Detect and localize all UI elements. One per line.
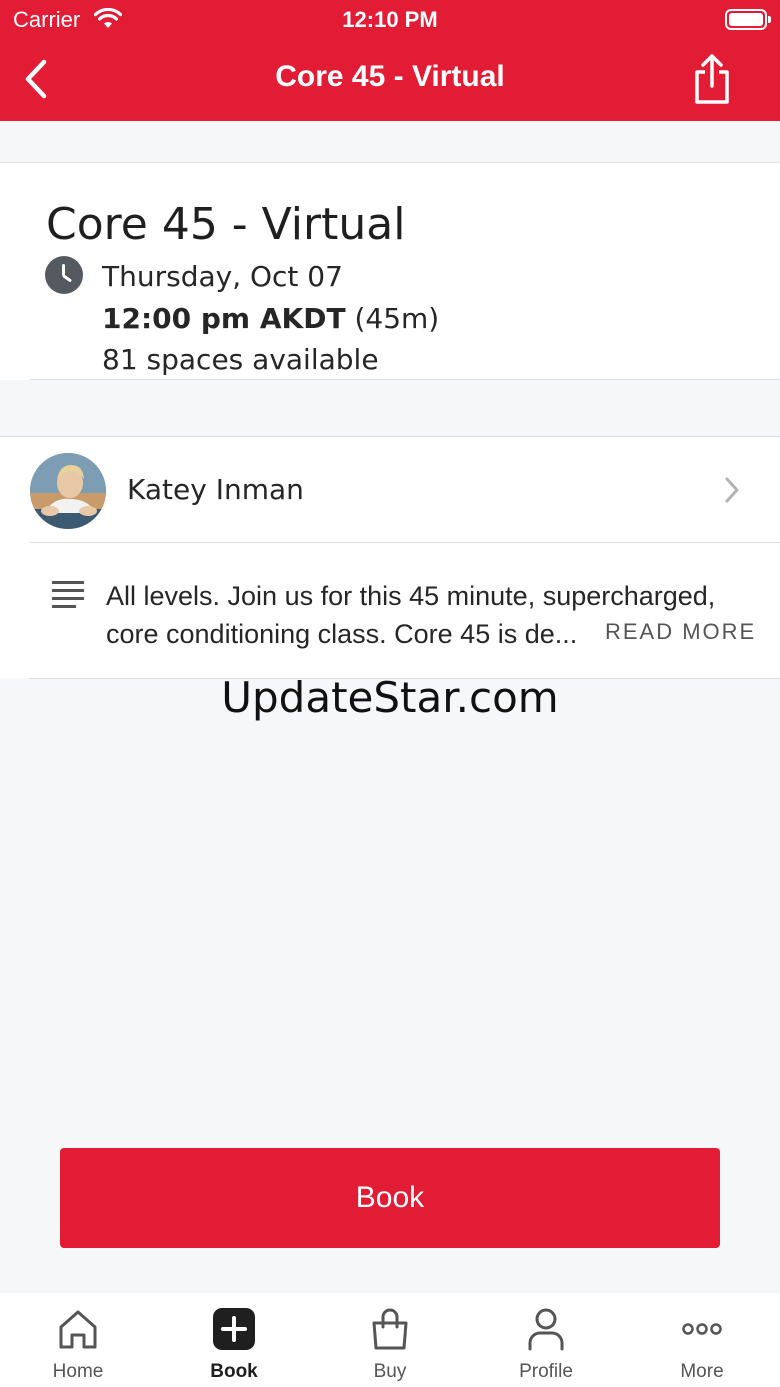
tab-buy[interactable]: Buy	[312, 1293, 468, 1387]
spaces-available: 81 spaces available	[102, 343, 379, 376]
status-time: 12:10 PM	[342, 7, 438, 32]
details-card: Katey Inman All levels. Join us for this…	[0, 436, 780, 679]
class-title: Core 45 - Virtual	[46, 199, 406, 250]
class-date: Thursday, Oct 07	[102, 260, 343, 293]
tab-profile[interactable]: Profile	[468, 1293, 624, 1387]
tab-bar: Home Book Buy Profile More	[0, 1293, 780, 1387]
read-more-link[interactable]: READ MORE	[605, 619, 756, 645]
tab-label: More	[680, 1361, 724, 1382]
class-info-card: Core 45 - Virtual Thursday, Oct 07 12:00…	[0, 162, 780, 380]
description-row: All levels. Join us for this 45 minute, …	[0, 543, 780, 679]
tab-label: Book	[210, 1361, 258, 1382]
tab-home[interactable]: Home	[0, 1293, 156, 1387]
divider	[30, 379, 780, 380]
avatar	[30, 453, 106, 529]
tab-label: Buy	[373, 1361, 407, 1382]
more-dots-icon	[682, 1323, 722, 1335]
share-icon	[695, 54, 729, 104]
instructor-name: Katey Inman	[127, 473, 304, 506]
status-bar: Carrier 12:10 PM	[0, 0, 780, 40]
app-header: Carrier 12:10 PM Core 45 - Virtual	[0, 0, 780, 121]
class-time: 12:00 pm AKDT	[102, 302, 346, 335]
watermark: UpdateStar.com	[221, 673, 559, 722]
chevron-right-icon	[722, 475, 742, 509]
battery-icon	[725, 9, 771, 30]
person-icon	[528, 1308, 564, 1351]
plus-square-icon	[213, 1308, 255, 1350]
clock-icon	[45, 256, 83, 294]
instructor-row[interactable]: Katey Inman	[0, 437, 780, 543]
home-icon	[59, 1310, 97, 1349]
description-line-1: All levels. Join us for this 45 minute, …	[106, 581, 716, 611]
nav-title: Core 45 - Virtual	[275, 60, 505, 93]
share-button[interactable]	[688, 52, 736, 106]
shopping-bag-icon	[372, 1308, 408, 1350]
nav-bar: Core 45 - Virtual	[0, 40, 780, 121]
class-time-line: 12:00 pm AKDT (45m)	[102, 302, 439, 335]
text-lines-icon	[52, 581, 84, 609]
tab-label: Home	[52, 1361, 104, 1382]
class-duration: (45m)	[354, 302, 440, 335]
book-button[interactable]: Book	[60, 1148, 720, 1248]
tab-more[interactable]: More	[624, 1293, 780, 1387]
tab-label: Profile	[519, 1361, 573, 1382]
tab-book[interactable]: Book	[156, 1293, 312, 1387]
